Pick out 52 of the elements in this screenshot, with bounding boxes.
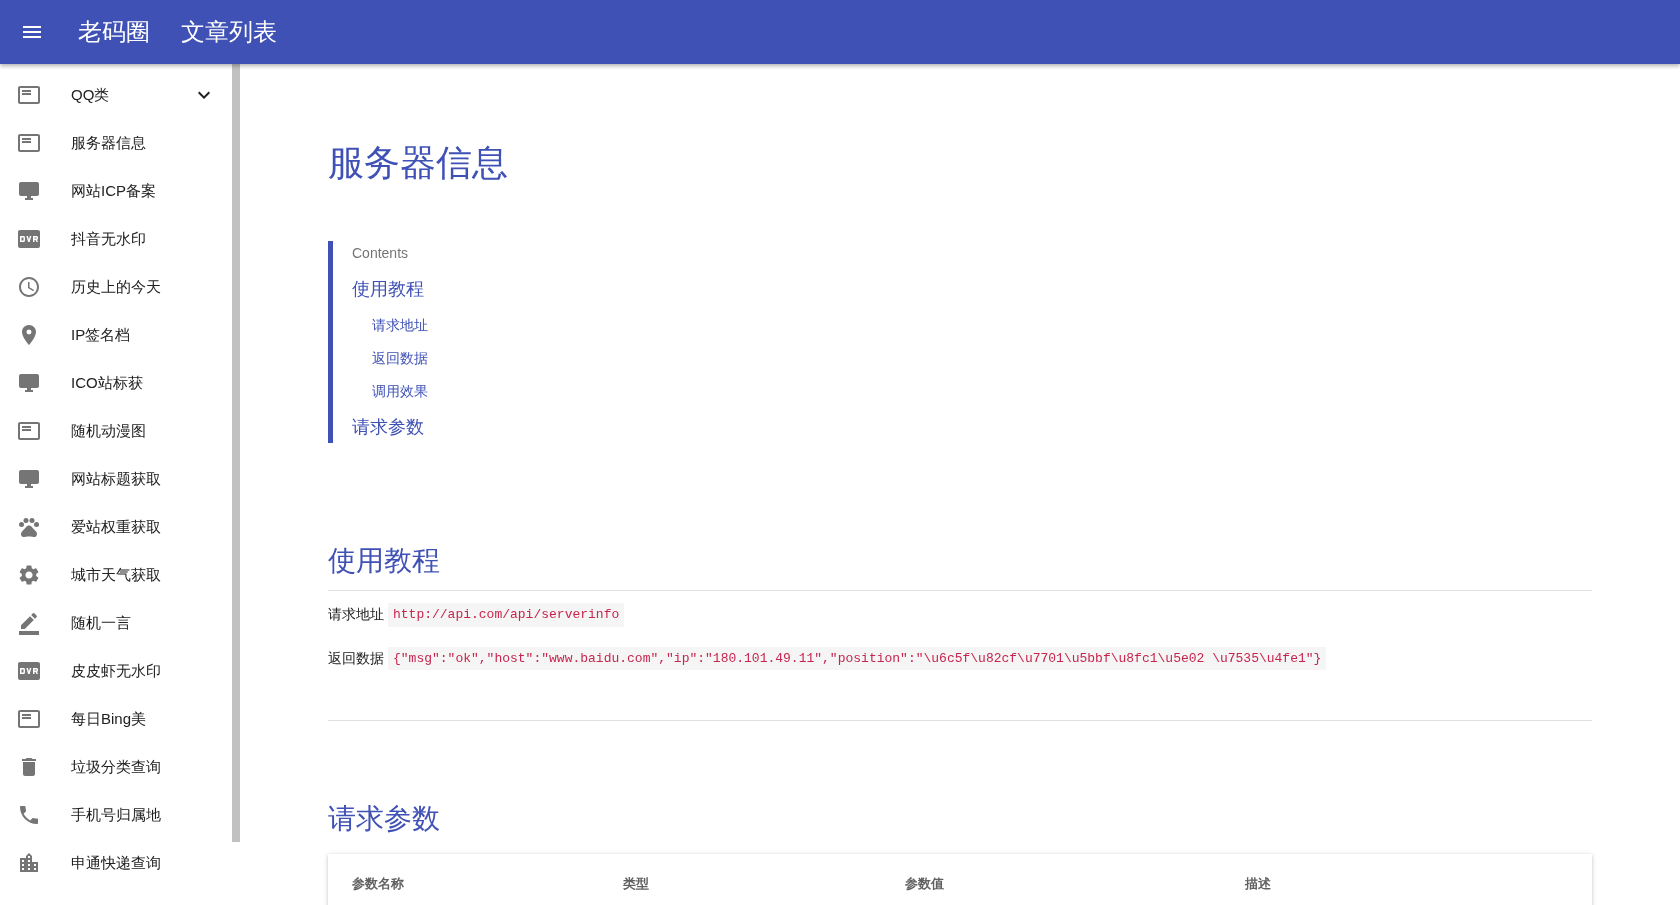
section-heading: 使用教程 [328,544,440,578]
toc-sublink[interactable]: 调用效果 [372,381,428,402]
code-snippet: {"msg":"ok","host":"www.baidu.com","ip":"180.101.49.11","position":"\u6c5f\u82cf\u7701\u5bbf\u8fc1\u5e02 \u7535\u4fe1"} [388,646,1327,670]
page-title: 文章列表 [181,17,277,47]
list-icon [17,707,41,731]
monitor-icon [17,467,41,491]
column-header: 描述 [1245,875,1271,894]
sidebar-item[interactable]: 每日Bing美 [0,695,232,743]
toc-link[interactable]: 使用教程 [352,276,424,303]
section-heading: 请求参数 [328,802,440,836]
column-header: 类型 [623,875,650,894]
list-icon [17,83,41,107]
building-icon [17,851,41,875]
toc-sublink[interactable]: 返回数据 [372,348,428,369]
brand-title: 老码圈 [78,17,150,47]
paw-icon [17,515,41,539]
sidebar-item[interactable]: 垃圾分类查询 [0,743,232,791]
sidebar-item[interactable]: 皮皮虾无水印 [0,647,232,695]
sidebar-item[interactable]: 抖音无水印 [0,215,232,263]
sidebar-item[interactable]: 申通快递查询 [0,839,232,887]
sidebar-item[interactable]: 服务器信息 [0,119,232,167]
sidebar-item[interactable]: 随机一言 [0,599,232,647]
monitor-icon [17,179,41,203]
sidebar-item[interactable]: 爱站权重获取 [0,503,232,551]
column-header: 参数名称 [352,875,405,894]
phone-icon [17,803,41,827]
sidebar-item[interactable]: 网站标题获取 [0,455,232,503]
pen-icon [17,611,41,635]
scrollbar[interactable] [232,64,240,842]
sidebar-item[interactable]: 网站ICP备案 [0,167,232,215]
sidebar-item[interactable]: IP签名档 [0,311,232,359]
column-header: 参数值 [905,875,945,894]
settings-icon [17,563,41,587]
field-label: 请求地址 [328,605,384,625]
toc-sublink[interactable]: 请求地址 [372,315,428,336]
dvr-icon [17,659,41,683]
article-title: 服务器信息 [328,141,508,185]
sidebar-item[interactable]: 城市天气获取 [0,551,232,599]
monitor-icon [17,371,41,395]
list-icon [17,131,41,155]
toc-heading: Contents [352,244,410,263]
sidebar-item[interactable]: 随机动漫图 [0,407,232,455]
toc-link[interactable]: 请求参数 [352,414,424,441]
list-icon [17,419,41,443]
clock-icon [17,275,41,299]
sidebar-item[interactable]: ICO站标获 [0,359,232,407]
sidebar-item[interactable]: 手机号归属地 [0,791,232,839]
dvr-icon [17,227,41,251]
sidebar-item[interactable]: 历史上的今天 [0,263,232,311]
sidebar-item[interactable]: QQ类 [0,71,232,119]
field-label: 返回数据 [328,648,384,668]
code-snippet: http://api.com/api/serverinfo [388,603,625,627]
